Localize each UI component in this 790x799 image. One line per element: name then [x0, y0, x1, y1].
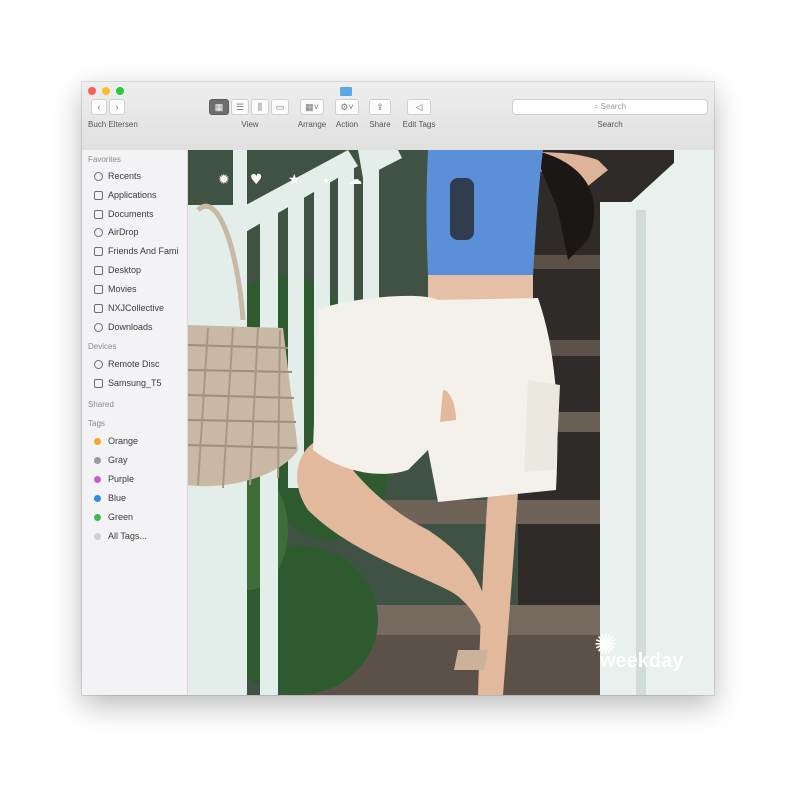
film-icon — [94, 284, 103, 294]
svg-text:♥: ♥ — [250, 172, 263, 188]
shared-header: Shared — [88, 400, 114, 409]
tag-dot-icon — [94, 513, 101, 521]
sidebar-item-samsung[interactable]: Samsung_T5 — [94, 376, 162, 390]
folder-icon — [340, 87, 352, 96]
search-icon: ⌕ — [593, 102, 601, 111]
sidebar-item-nxjcollective[interactable]: NXJCollective — [94, 301, 164, 315]
sidebar-item-applications[interactable]: Applications — [94, 188, 157, 202]
sidebar-item-desktop[interactable]: Desktop — [94, 263, 141, 277]
tag-dot-icon — [94, 475, 101, 483]
sidebar-item-movies[interactable]: Movies — [94, 282, 137, 296]
view-label: View — [241, 120, 259, 129]
sidebar-item-remote-disc[interactable]: Remote Disc — [94, 357, 160, 371]
edit-tags-button[interactable]: ◁ — [407, 99, 431, 115]
search-field[interactable]: ⌕ Search — [512, 99, 708, 115]
window-title: Buch Eltersen — [88, 120, 138, 129]
tag-dot-icon — [94, 494, 101, 502]
edit-tags-label: Edit Tags — [402, 120, 436, 129]
applications-icon — [94, 190, 103, 200]
sidebar-tag-green[interactable]: Green — [94, 510, 133, 524]
sidebar-item-downloads[interactable]: Downloads — [94, 320, 153, 334]
sidebar-item-friends[interactable]: Friends And Fami — [94, 244, 179, 258]
share-label: Share — [369, 120, 391, 129]
devices-header: Devices — [88, 342, 117, 351]
icon-view-button[interactable]: ▦ — [209, 99, 229, 115]
close-window-button[interactable] — [88, 87, 96, 95]
sidebar-tag-blue[interactable]: Blue — [94, 491, 126, 505]
drive-icon — [94, 378, 103, 388]
folder-icon — [94, 303, 103, 313]
gallery-view-button[interactable]: ▭ — [271, 99, 289, 115]
sidebar-item-recents[interactable]: Recents — [94, 169, 141, 183]
clock-icon — [94, 171, 103, 181]
sidebar-tag-orange[interactable]: Orange — [94, 434, 138, 448]
sidebar-item-airdrop[interactable]: AirDrop — [94, 225, 139, 239]
tag-dot-icon — [94, 532, 101, 540]
sidebar-tag-gray[interactable]: Gray — [94, 453, 128, 467]
document-icon — [94, 209, 103, 219]
brand-watermark: weekday — [600, 650, 684, 672]
search-label: Search — [597, 120, 623, 129]
forward-button[interactable]: › — [109, 99, 125, 115]
disc-icon — [94, 359, 103, 369]
column-view-button[interactable]: ⫼ — [251, 99, 269, 115]
sidebar: Favorites Recents Applications Documents… — [82, 150, 188, 695]
zoom-window-button[interactable] — [116, 87, 124, 95]
photo-content: ✹ ♥ ★ ✦ ☁ ✺ — [188, 150, 714, 695]
right-railing — [600, 150, 714, 695]
svg-text:★: ★ — [288, 172, 301, 188]
back-button[interactable]: ‹ — [91, 99, 107, 115]
fashion-photo: ✹ ♥ ★ ✦ ☁ ✺ — [188, 150, 714, 695]
action-button[interactable]: ⚙˅ — [335, 99, 359, 115]
svg-text:✦: ✦ — [322, 176, 330, 187]
action-label: Action — [335, 120, 359, 129]
svg-text:✹: ✹ — [218, 172, 230, 188]
minimize-window-button[interactable] — [102, 87, 110, 95]
desktop-icon — [94, 265, 103, 275]
share-button[interactable]: ⇪ — [369, 99, 391, 115]
airdrop-icon — [94, 227, 103, 237]
sidebar-item-documents[interactable]: Documents — [94, 207, 154, 221]
svg-text:☁: ☁ — [348, 172, 362, 188]
toolbar: ‹ › Buch Eltersen ▦ ☰ ⫼ ▭ View ▦˅ Arrang… — [82, 82, 714, 151]
arrange-button[interactable]: ▦˅ — [300, 99, 324, 115]
tag-dot-icon — [94, 437, 101, 445]
search-placeholder: Search — [600, 102, 627, 111]
list-view-button[interactable]: ☰ — [231, 99, 249, 115]
favorites-header: Favorites — [88, 155, 121, 164]
finder-window: ‹ › Buch Eltersen ▦ ☰ ⫼ ▭ View ▦˅ Arrang… — [82, 82, 714, 695]
tag-dot-icon — [94, 456, 101, 464]
folder-icon — [94, 246, 103, 256]
sidebar-tag-all[interactable]: All Tags... — [94, 529, 147, 543]
download-icon — [94, 322, 103, 332]
sidebar-tag-purple[interactable]: Purple — [94, 472, 134, 486]
tags-header: Tags — [88, 419, 105, 428]
